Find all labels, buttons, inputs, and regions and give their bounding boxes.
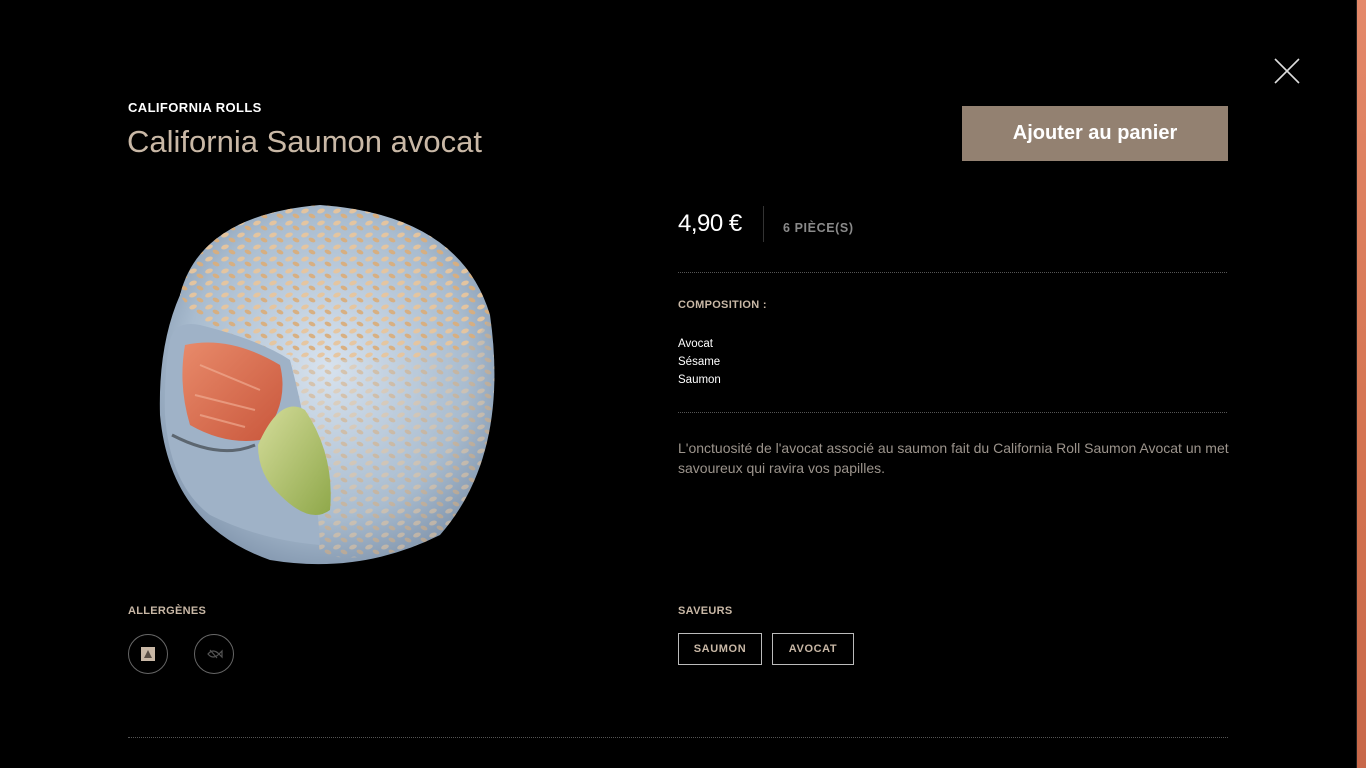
divider [678, 272, 1227, 273]
allergen-fish-icon[interactable] [194, 634, 234, 674]
allergen-sesame-icon[interactable] [128, 634, 168, 674]
side-accent-strip [1357, 0, 1366, 768]
flavor-tag-saumon[interactable]: SAUMON [678, 633, 762, 665]
composition-item: Sésame [678, 356, 721, 368]
product-category: CALIFORNIA ROLLS [128, 100, 262, 115]
flavors-label: SAVEURS [678, 605, 733, 617]
product-image [140, 195, 520, 575]
add-to-cart-button[interactable]: Ajouter au panier [962, 106, 1228, 161]
composition-item: Saumon [678, 374, 721, 386]
composition-label: COMPOSITION : [678, 299, 767, 311]
divider [678, 412, 1227, 413]
product-price: 4,90 € [678, 210, 742, 237]
price-divider [763, 206, 764, 242]
bottom-divider [128, 737, 1228, 738]
composition-list: Avocat Sésame Saumon [678, 335, 721, 389]
flavor-tag-avocat[interactable]: AVOCAT [772, 633, 854, 665]
product-pieces: 6 PIÈCE(S) [783, 221, 854, 235]
product-title: California Saumon avocat [127, 124, 482, 159]
composition-item: Avocat [678, 338, 713, 350]
product-description: L'onctuosité de l'avocat associé au saum… [678, 440, 1229, 476]
allergens-label: ALLERGÈNES [128, 605, 207, 617]
close-icon[interactable] [1272, 56, 1302, 86]
